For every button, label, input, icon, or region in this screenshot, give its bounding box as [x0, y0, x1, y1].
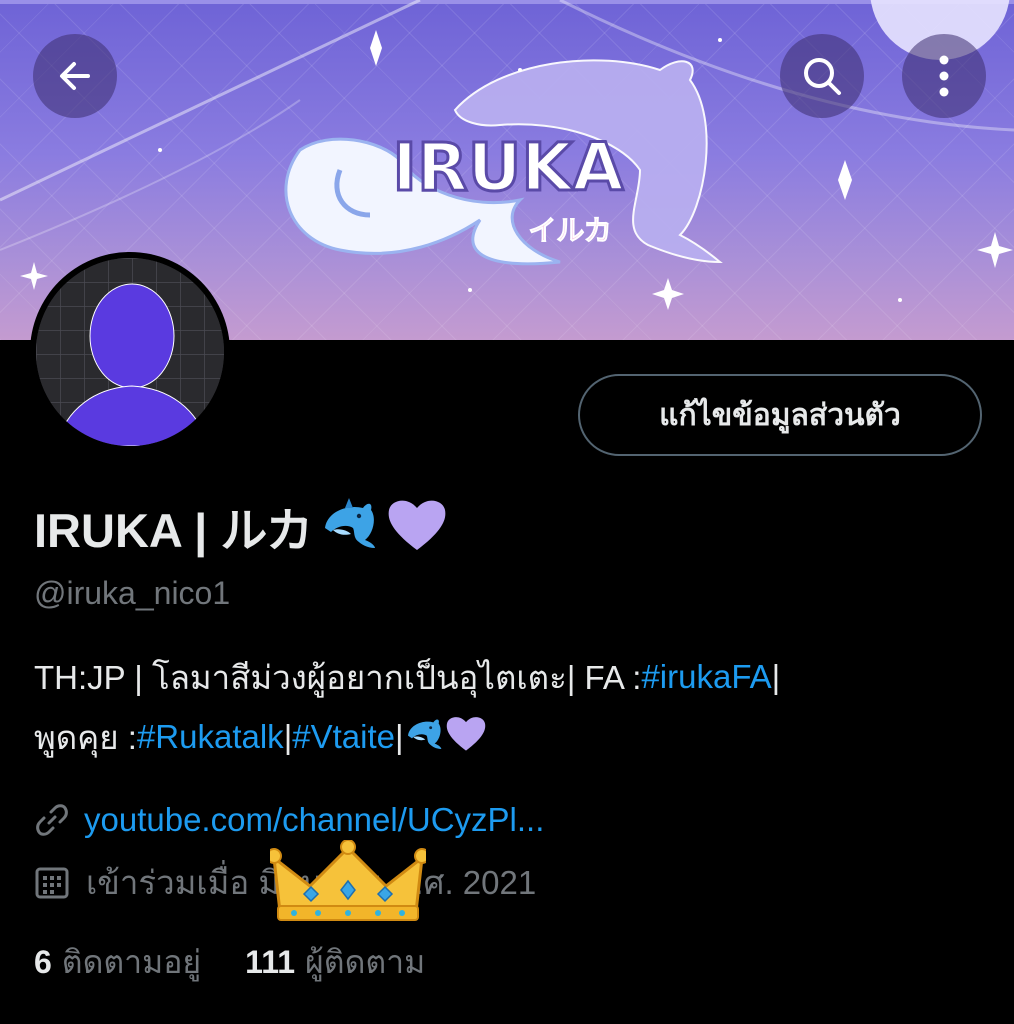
bio-text: พูดคุย : — [34, 718, 137, 756]
bio-text: | — [283, 718, 293, 755]
followers-count: 111 — [245, 943, 296, 980]
edit-profile-label: แก้ไขข้อมูลส่วนตัว — [659, 397, 901, 433]
follow-stats: 6 ติดตามอยู่ 111 ผู้ติดตาม — [34, 938, 425, 986]
bio-text: TH:JP | โลมาสีม่วงผู้อยากเป็นอุไตเตะ| FA… — [34, 658, 642, 696]
back-button[interactable] — [33, 34, 117, 118]
user-handle: @iruka_nico1 — [34, 575, 231, 611]
following-stat[interactable]: 6 ติดตามอยู่ — [34, 937, 201, 988]
profile-page: IRUKA イルカ แก้ไขข้อมูลส่วนตัว IRUKA | ルカ … — [0, 0, 1014, 1024]
calendar-icon — [35, 867, 69, 899]
website-link[interactable]: youtube.com/channel/UCyzPl... — [84, 801, 544, 839]
edit-profile-button[interactable]: แก้ไขข้อมูลส่วนตัว — [578, 374, 982, 456]
banner-logo-text: IRUKA — [392, 129, 623, 206]
website-row: youtube.com/channel/UCyzPl... — [34, 796, 544, 844]
avatar-image — [36, 258, 224, 446]
link-icon — [36, 804, 68, 836]
search-button[interactable] — [780, 34, 864, 118]
display-name-row: IRUKA | ルカ — [34, 496, 449, 557]
more-options-button[interactable] — [902, 34, 986, 118]
dolphin-emoji — [319, 498, 379, 554]
purple-heart-emoji — [385, 496, 449, 556]
bio-text: | — [771, 658, 781, 695]
hashtag-link[interactable]: #irukaFA — [641, 658, 771, 696]
bio-text: | — [395, 718, 404, 755]
following-count: 6 — [34, 943, 52, 980]
crown-sticker — [270, 840, 426, 921]
purple-heart-emoji — [444, 714, 488, 760]
followers-stat[interactable]: 111 ผู้ติดตาม — [245, 937, 425, 988]
bio-line: พูดคุย : #Rukatalk | #Vtaite | — [34, 714, 488, 760]
hashtag-link[interactable]: #Vtaite — [292, 718, 395, 756]
banner-logo-subtext: イルカ — [528, 214, 611, 247]
dolphin-emoji — [404, 715, 444, 759]
display-name: IRUKA | ルカ — [34, 503, 313, 557]
following-label: ติดตามอยู่ — [61, 943, 202, 980]
bio-line: TH:JP | โลมาสีม่วงผู้อยากเป็นอุไตเตะ| FA… — [34, 654, 780, 700]
hashtag-link[interactable]: #Rukatalk — [137, 718, 284, 756]
more-vertical-icon — [939, 55, 949, 97]
avatar[interactable] — [30, 252, 230, 452]
search-icon — [804, 58, 841, 95]
followers-label: ผู้ติดตาม — [305, 943, 426, 980]
arrow-left-icon — [60, 62, 90, 90]
